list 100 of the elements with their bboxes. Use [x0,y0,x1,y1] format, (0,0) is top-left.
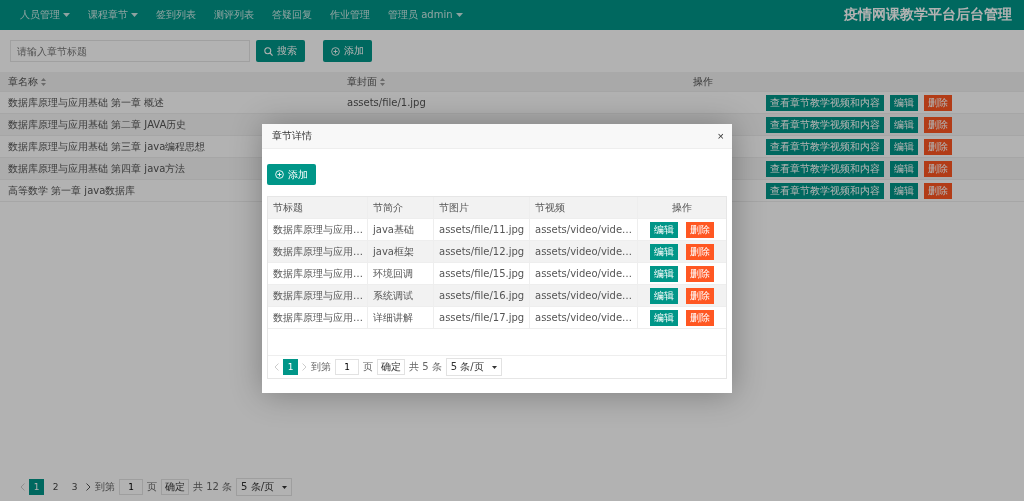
view-button[interactable]: 查看章节教学视频和内容 [765,182,884,199]
table-cell: java基础 [368,219,434,240]
plus-circle-icon [275,170,284,179]
caret-icon [63,13,70,17]
previous-icon[interactable] [274,363,279,371]
table-cell: 数据库原理与应用… [268,285,368,306]
table-cell: assets/video/vide… [530,263,638,284]
table-cell: assets/video/vide… [530,241,638,262]
page-input[interactable]: 1 [335,359,359,375]
page-link[interactable]: 1 [283,359,298,375]
column-header: 节视频 [535,200,565,215]
view-button[interactable]: 查看章节教学视频和内容 [765,116,884,133]
goto-label: 到第 [311,360,331,374]
nav-menu-item[interactable]: 签到列表 [156,8,196,22]
column-header: 章封面 [347,74,377,89]
total-count: 共 5 条 [409,360,442,374]
page-link[interactable]: 2 [48,479,63,495]
goto-label: 到第 [95,480,115,494]
edit-button[interactable]: 编辑 [650,287,678,304]
caret-icon [491,365,497,369]
table-cell: assets/file/15.jpg [434,263,530,284]
confirm-button[interactable]: 确定 [161,479,189,495]
add-button[interactable]: 添加 [267,164,316,185]
edit-button[interactable]: 编辑 [889,160,918,177]
edit-button[interactable]: 编辑 [650,221,678,238]
edit-button[interactable]: 编辑 [650,309,678,326]
nav-menu-item[interactable]: 课程章节 [88,8,138,22]
app-title: 疫情网课教学平台后台管理 [844,6,1012,24]
table-cell: 数据库原理与应用… [268,307,368,328]
nav-menu-item[interactable]: 人员管理 [20,8,70,22]
view-button[interactable]: 查看章节教学视频和内容 [765,160,884,177]
caret-icon [455,13,463,17]
table-cell: java框架 [368,241,434,262]
edit-button[interactable]: 编辑 [889,138,918,155]
dialog-title: 章节详情 [272,129,312,143]
delete-button[interactable]: 删除 [686,287,714,304]
search-field[interactable]: 请输入章节标题 [10,40,250,62]
sort-icon [41,77,46,86]
table-cell: 系统调试 [368,285,434,306]
confirm-button[interactable]: 确定 [377,359,405,375]
table-cell-text: 数据库原理与应用基础 第一章 概述 [7,95,166,110]
delete-button[interactable]: 删除 [923,138,952,155]
table-cell: 数据库原理与应用… [268,219,368,240]
delete-button[interactable]: 删除 [923,160,952,177]
page-size-select[interactable]: 5 条/页 [445,358,502,376]
edit-button[interactable]: 编辑 [650,243,678,260]
sort-icon [380,77,385,86]
column-header: 操作 [672,200,692,215]
edit-button[interactable]: 编辑 [650,265,678,282]
page-link[interactable]: 3 [67,479,82,495]
table-cell: assets/video/vide… [530,307,638,328]
delete-button[interactable]: 删除 [923,116,952,133]
page-link[interactable]: 1 [29,479,44,495]
table-cell-text: 数据库原理与应用基础 第三章 java编程思想 [7,139,207,154]
nav-menu-item[interactable]: 测评列表 [214,8,254,22]
column-header: 章名称 [8,74,38,89]
table-cell: assets/file/17.jpg [434,307,530,328]
add-button[interactable]: 添加 [323,40,372,62]
nav-menu-item[interactable]: 作业管理 [330,8,370,22]
delete-button[interactable]: 删除 [686,265,714,282]
view-button[interactable]: 查看章节教学视频和内容 [765,138,884,155]
table-cell: assets/file/12.jpg [434,241,530,262]
edit-button[interactable]: 编辑 [889,116,918,133]
table-cell: 数据库原理与应用… [268,263,368,284]
caret-icon [131,13,138,17]
table-cell: 数据库原理与应用… [268,241,368,262]
edit-button[interactable]: 编辑 [889,94,918,111]
table-cell: assets/video/vide… [530,219,638,240]
table-cell: assets/video/vide… [530,285,638,306]
delete-button[interactable]: 删除 [923,94,952,111]
plus-circle-icon [331,46,340,56]
next-icon[interactable] [86,483,91,491]
delete-button[interactable]: 删除 [686,309,714,326]
page-unit: 页 [363,360,373,374]
column-header: 节标题 [273,200,303,215]
column-header: 节图片 [439,200,469,215]
delete-button[interactable]: 删除 [686,243,714,260]
total-count: 共 12 条 [193,480,233,494]
page-size-select[interactable]: 5 条/页 [236,478,292,496]
table-cell: 详细讲解 [368,307,434,328]
caret-icon [282,485,287,489]
table-cell-text: 数据库原理与应用基础 第四章 java方法 [7,161,187,176]
table-cell: assets/file/11.jpg [434,219,530,240]
edit-button[interactable]: 编辑 [889,182,918,199]
page-unit: 页 [147,480,157,494]
previous-icon[interactable] [20,483,25,491]
close-button[interactable]: × [717,130,724,142]
table-cell: assets/file/16.jpg [434,285,530,306]
view-button[interactable]: 查看章节教学视频和内容 [765,94,884,111]
table-cell: 环境回调 [368,263,434,284]
column-header: 节简介 [373,200,403,215]
delete-button[interactable]: 删除 [923,182,952,199]
table-cell-text: assets/file/1.jpg [346,97,427,108]
nav-menu-item[interactable]: 管理员 admin [388,8,463,22]
page-input[interactable]: 1 [119,479,143,495]
column-header: 操作 [693,74,713,89]
search-button[interactable]: 搜索 [256,40,305,62]
nav-menu-item[interactable]: 答疑回复 [272,8,312,22]
table-cell-text: 高等数学 第一章 java数据库 [7,183,137,198]
delete-button[interactable]: 删除 [686,221,714,238]
